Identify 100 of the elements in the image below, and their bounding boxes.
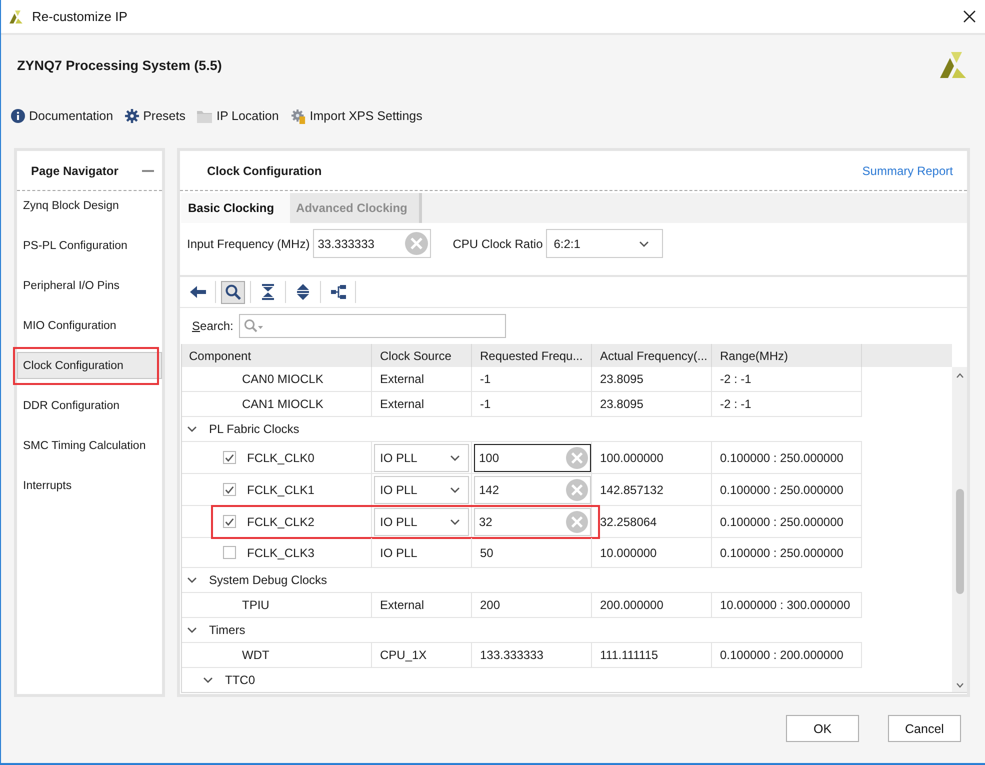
checkbox[interactable]	[223, 483, 236, 496]
dialog-button[interactable]: Cancel	[888, 715, 961, 742]
frequency-field[interactable]: 100	[474, 444, 591, 472]
logo-icon	[8, 8, 24, 24]
table-cell: 0.100000 : 200.000000	[712, 643, 862, 667]
ip-title: ZYNQ7 Processing System (5.5)	[17, 58, 222, 72]
table-cell: External	[372, 392, 472, 416]
group-label: System Debug Clocks	[209, 573, 328, 587]
table-cell: -1	[472, 367, 592, 391]
table-cell: 23.8095	[592, 392, 712, 416]
clock-ratio-dropdown[interactable]: 6:2:1	[546, 229, 663, 258]
chevron-down-icon[interactable]	[450, 454, 460, 460]
chevron-down-icon[interactable]	[956, 683, 964, 688]
checkbox[interactable]	[223, 451, 236, 464]
checkbox[interactable]	[223, 546, 236, 559]
table-cell: CAN0 MIOCLK	[182, 367, 372, 391]
table-cell: 10.000000	[592, 538, 712, 567]
checkbox[interactable]	[223, 515, 236, 528]
table-cell: 142.857132	[592, 474, 712, 505]
chevron-down-icon[interactable]	[203, 677, 213, 683]
tool-button[interactable]	[221, 280, 245, 304]
table-cell: CPU_1X	[372, 643, 472, 667]
table-cell: 0.100000 : 250.000000	[712, 538, 862, 567]
column-header[interactable]: Range(MHz)	[712, 344, 862, 367]
clock-name: FCLK_CLK0	[247, 450, 314, 464]
check-icon	[225, 454, 234, 462]
chevron-down-icon[interactable]	[450, 518, 460, 524]
column-header[interactable]: Component	[182, 344, 372, 367]
chevron-down-icon[interactable]	[450, 486, 460, 492]
gear-file-icon	[290, 108, 306, 124]
field-label: CPU Clock Ratio	[452, 236, 543, 250]
hierarchy-icon	[330, 285, 346, 299]
toolbar-button[interactable]: Presets	[125, 109, 186, 123]
chevron-down-icon[interactable]	[638, 240, 649, 246]
frequency-field[interactable]: 33.333333	[312, 229, 431, 258]
frequency-field[interactable]: 142	[474, 476, 591, 504]
nav-item[interactable]: Interrupts	[17, 472, 162, 499]
info-icon	[11, 109, 25, 123]
search-field[interactable]	[239, 314, 506, 338]
nav-item[interactable]: Zynq Block Design	[17, 192, 162, 219]
clock-source-dropdown[interactable]: IO PLL	[374, 476, 469, 504]
table-cell: -2 : -1	[712, 367, 862, 391]
table-cell: 200	[472, 593, 592, 617]
group-label: TTC0	[225, 673, 255, 687]
table-cell: 0.100000 : 250.000000	[712, 442, 862, 473]
column-header[interactable]: Requested Frequ...	[472, 344, 592, 367]
table-cell: 32.258064	[592, 506, 712, 537]
toolbar-button[interactable]: IP Location	[197, 109, 279, 123]
collapse-all-icon	[262, 284, 274, 300]
table-cell: IO PLL	[372, 538, 472, 567]
column-header[interactable]: Clock Source	[372, 344, 472, 367]
report-link[interactable]: Summary Report	[862, 164, 953, 178]
logo-icon	[937, 49, 969, 81]
table-cell: 100.000000	[592, 442, 712, 473]
chevron-down-icon[interactable]	[187, 577, 197, 583]
group-label: PL Fabric Clocks	[209, 422, 300, 436]
chevron-down-icon[interactable]	[187, 426, 197, 432]
dialog-button[interactable]: OK	[786, 715, 859, 742]
table-cell: 23.8095	[592, 367, 712, 391]
check-icon	[225, 486, 234, 494]
nav-item[interactable]: DDR Configuration	[17, 392, 162, 419]
nav-item[interactable]: Clock Configuration	[17, 352, 162, 379]
nav-item[interactable]: PS-PL Configuration	[17, 232, 162, 259]
table-cell: 133.333333	[472, 643, 592, 667]
table-cell: -1	[472, 392, 592, 416]
chevron-down-icon[interactable]	[187, 627, 197, 633]
minus-icon[interactable]	[142, 170, 154, 172]
table-cell: WDT	[182, 643, 372, 667]
nav-item[interactable]: SMC Timing Calculation	[17, 432, 162, 459]
table-cell: CAN1 MIOCLK	[182, 392, 372, 416]
frequency-field[interactable]: 32	[474, 508, 591, 536]
clock-name: FCLK_CLK1	[247, 482, 314, 496]
nav-item[interactable]: MIO Configuration	[17, 312, 162, 339]
table-cell: -2 : -1	[712, 392, 862, 416]
tab[interactable]: Basic Clocking	[181, 193, 290, 223]
toolbar-label: Import XPS Settings	[310, 109, 422, 123]
scrollbar-track[interactable]	[952, 367, 967, 692]
table-cell: 0.100000 : 250.000000	[712, 474, 862, 505]
nav-item[interactable]: Peripheral I/O Pins	[17, 272, 162, 299]
toolbar-button[interactable]: Import XPS Settings	[290, 108, 422, 124]
expand-all-icon	[297, 284, 309, 300]
search-icon	[225, 284, 241, 300]
folder-icon	[197, 110, 212, 122]
scrollbar-thumb[interactable]	[956, 489, 964, 594]
table-cell: 10.000000 : 300.000000	[712, 593, 862, 617]
table-cell: TPIU	[182, 593, 372, 617]
column-header[interactable]: Actual Frequency(...	[592, 344, 712, 367]
toolbar-button[interactable]: Documentation	[11, 109, 114, 123]
close-icon	[963, 10, 976, 23]
table-cell: External	[372, 367, 472, 391]
clock-name: FCLK_CLK3	[247, 546, 314, 560]
clock-source-dropdown[interactable]: IO PLL	[374, 508, 469, 536]
chevron-up-icon[interactable]	[956, 373, 964, 378]
clock-name: FCLK_CLK2	[247, 514, 314, 528]
check-icon	[225, 518, 234, 526]
gear-icon	[125, 109, 140, 123]
search-icon[interactable]	[244, 318, 264, 332]
toolbar-label: IP Location	[216, 109, 279, 123]
toolbar-label: Documentation	[29, 109, 114, 123]
clock-source-dropdown[interactable]: IO PLL	[374, 444, 469, 472]
